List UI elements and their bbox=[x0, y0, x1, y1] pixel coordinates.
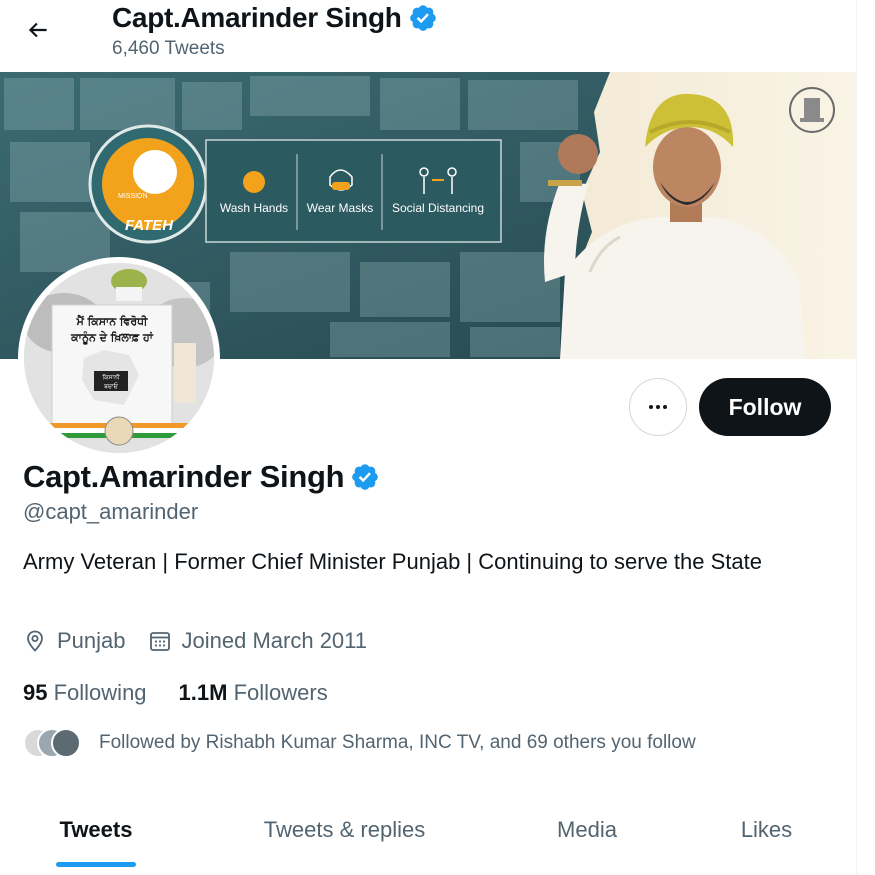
wash-hands-label: Wash Hands bbox=[220, 201, 288, 215]
placard-line-1: ਮੈਂ ਕਿਸਾਨ ਵਿਰੋਧੀ bbox=[76, 314, 148, 328]
avatar bbox=[51, 728, 81, 758]
more-horizontal-icon bbox=[649, 405, 667, 409]
tweet-count: 6,460 Tweets bbox=[112, 38, 225, 59]
header-name: Capt.Amarinder Singh bbox=[112, 2, 402, 33]
wear-masks-label: Wear Masks bbox=[307, 201, 373, 215]
profile-header-bar: Capt.Amarinder Singh 6,460 Tweets bbox=[0, 0, 856, 72]
profile-bio: Army Veteran | Former Chief Minister Pun… bbox=[23, 549, 762, 574]
verified-badge-icon bbox=[409, 5, 436, 31]
profile-name: Capt.Amarinder Singh bbox=[23, 459, 345, 494]
social-distancing-label: Social Distancing bbox=[392, 201, 484, 215]
verified-badge-icon[interactable] bbox=[350, 462, 380, 492]
more-options-button[interactable] bbox=[629, 378, 687, 436]
tab-tweets[interactable]: Tweets bbox=[0, 800, 192, 867]
tab-tweets-replies[interactable]: Tweets & replies bbox=[192, 800, 497, 860]
avatar: ਮੈਂ ਕਿਸਾਨ ਵਿਰੋਧੀ ਕਾਨੂੰਨ ਦੇ ਖ਼ਿਲਾਫ਼ ਹਾਂ ਕ… bbox=[24, 263, 214, 453]
followers-count: 1.1M bbox=[178, 680, 228, 705]
profile-handle: @capt_amarinder bbox=[23, 499, 199, 524]
calendar-icon bbox=[149, 632, 170, 651]
location-text: Punjab bbox=[57, 628, 126, 653]
followed-by-row[interactable]: Followed by Rishabh Kumar Sharma, INC TV… bbox=[23, 728, 696, 758]
back-button[interactable] bbox=[20, 12, 56, 48]
joined-text: Joined March 2011 bbox=[181, 628, 368, 653]
tab-media[interactable]: Media bbox=[497, 800, 677, 860]
follow-button[interactable]: Follow bbox=[699, 378, 831, 436]
following-link[interactable]: 95 Following bbox=[23, 680, 147, 706]
fateh-label: FATEH bbox=[125, 217, 174, 234]
avatar-image: ਮੈਂ ਕਿਸਾਨ ਵਿਰੋਧੀ ਕਾਨੂੰਨ ਦੇ ਖ਼ਿਲਾਫ਼ ਹਾਂ ਕ… bbox=[24, 263, 214, 453]
placard-line-2: ਕਾਨੂੰਨ ਦੇ ਖ਼ਿਲਾਫ਼ ਹਾਂ bbox=[70, 330, 154, 345]
follower-avatars bbox=[23, 728, 85, 758]
active-tab-indicator bbox=[56, 862, 136, 867]
followed-by-text: Followed by Rishabh Kumar Sharma, INC TV… bbox=[99, 732, 696, 753]
tab-label: Likes bbox=[740, 817, 793, 842]
arrow-left-icon bbox=[28, 22, 47, 38]
follow-stats: 95 Following 1.1M Followers bbox=[23, 680, 360, 706]
profile-avatar-frame[interactable]: ਮੈਂ ਕਿਸਾਨ ਵਿਰੋਧੀ ਕਾਨੂੰਨ ਦੇ ਖ਼ਿਲਾਫ਼ ਹਾਂ ਕ… bbox=[18, 257, 220, 459]
tab-likes[interactable]: Likes bbox=[677, 800, 856, 860]
profile-tabs: Tweets Tweets & replies Media Likes bbox=[0, 800, 856, 875]
joined-item: Joined March 2011 bbox=[148, 628, 368, 654]
header-name-row: Capt.Amarinder Singh bbox=[112, 2, 438, 34]
tab-label: Media bbox=[557, 817, 617, 842]
column-divider bbox=[856, 0, 857, 875]
badge-line-2: ਬਚਾਓ bbox=[103, 382, 119, 390]
followers-label: Followers bbox=[233, 680, 328, 705]
profile-meta: Punjab Joined March 2011 bbox=[23, 628, 389, 654]
badge-line-1: ਕਿਸਾਨੀ bbox=[101, 373, 119, 381]
following-label: Following bbox=[53, 680, 147, 705]
following-count: 95 bbox=[23, 680, 48, 705]
followers-link[interactable]: 1.1M Followers bbox=[179, 680, 328, 706]
mission-label: MISSION bbox=[118, 193, 148, 200]
tab-label: Tweets bbox=[59, 817, 133, 842]
location-pin-icon bbox=[27, 630, 43, 652]
tab-label: Tweets & replies bbox=[263, 817, 426, 842]
profile-name-row: Capt.Amarinder Singh bbox=[23, 459, 380, 495]
location-item: Punjab bbox=[23, 628, 126, 654]
